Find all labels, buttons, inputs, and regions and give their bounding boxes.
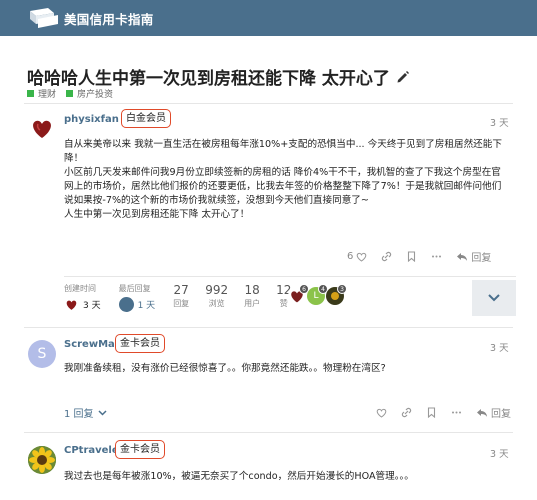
post-body: 自从来美帝以来 我就一直生活在被房租每年涨10%+支配的恐惧当中... 今天终于… [64,139,502,220]
participant-avatars: 6 L 4 3 [288,284,347,305]
created-stat[interactable]: 创建时间 3 天 [64,283,101,312]
reply-icon [457,252,468,261]
category-real-estate[interactable]: 房产投资 [66,87,113,100]
topic-title-text: 哈哈哈人生中第一次见到房租还能下降 太开心了 [27,69,390,89]
more-icon[interactable] [451,407,462,418]
heart-icon [357,252,367,262]
avatar-physixfan[interactable] [28,114,56,142]
like-button[interactable]: 6 [347,251,367,262]
post-actions: 6 回复 [347,249,491,264]
avatar-cptraveler[interactable] [28,446,56,474]
views-stat: 992 浏览 [205,283,229,308]
like-count: 6 [347,251,354,262]
avatar-mini-icon [64,297,79,312]
divider [24,327,513,328]
user-title-badge: 金卡会员 [115,440,165,459]
sunflower-icon [28,446,56,474]
chevron-down-icon [488,294,500,302]
link-icon[interactable] [401,407,412,418]
reply-button[interactable]: 回复 [456,249,491,264]
link-icon[interactable] [381,251,392,262]
edit-pencil-icon[interactable] [396,70,410,84]
post-actions: 回复 [376,405,511,420]
bookmark-icon[interactable] [406,251,417,262]
avatar-mini-icon [118,297,134,312]
last-reply-stat[interactable]: 最后回复 1 天 [118,283,155,312]
divider [24,432,513,433]
post-username[interactable]: ScrewMan [64,339,122,350]
participant-avatar[interactable]: 6 [288,284,309,305]
category-list: 理财 房产投资 [27,87,113,100]
reply-button[interactable]: 回复 [476,405,511,420]
reply-icon [477,408,487,417]
avatar-screwman[interactable]: S [28,340,56,368]
post-time[interactable]: 3 天 [490,115,509,129]
divider [24,103,513,104]
divider [64,276,516,277]
more-icon[interactable] [431,251,442,262]
logo-icon[interactable] [28,7,60,29]
participant-avatar[interactable]: 3 [326,284,347,305]
post-body: 我过去也是每年被涨10%，被逼无奈买了个condo，然后开始漫长的HOA管理。。… [64,471,414,482]
show-replies-button[interactable]: 1 回复 [64,405,107,420]
post-time[interactable]: 3 天 [490,340,509,354]
heart-icon[interactable] [376,408,387,418]
bookmark-icon[interactable] [426,407,437,418]
user-title-badge: 白金会员 [121,109,171,128]
chevron-down-icon [98,409,107,416]
page-title: 哈哈哈人生中第一次见到房租还能下降 太开心了 [27,64,410,89]
category-color-swatch [27,90,34,97]
site-header: 美国信用卡指南 [0,0,537,36]
site-title[interactable]: 美国信用卡指南 [64,9,154,28]
users-stat: 18 用户 [244,283,261,308]
post-body: 我刚准备续租，没有涨价已经很惊喜了。。你那竟然还能跌。。物理粉在湾区? [64,363,386,374]
user-title-badge: 金卡会员 [115,334,165,353]
expand-topic-map-button[interactable] [472,280,516,316]
post-time[interactable]: 3 天 [490,446,509,460]
participant-avatar[interactable]: L 4 [307,284,328,305]
replies-stat: 27 回复 [173,283,190,308]
category-color-swatch [66,90,74,97]
post-username[interactable]: physixfan [64,114,119,125]
category-finance[interactable]: 理财 [27,87,56,100]
